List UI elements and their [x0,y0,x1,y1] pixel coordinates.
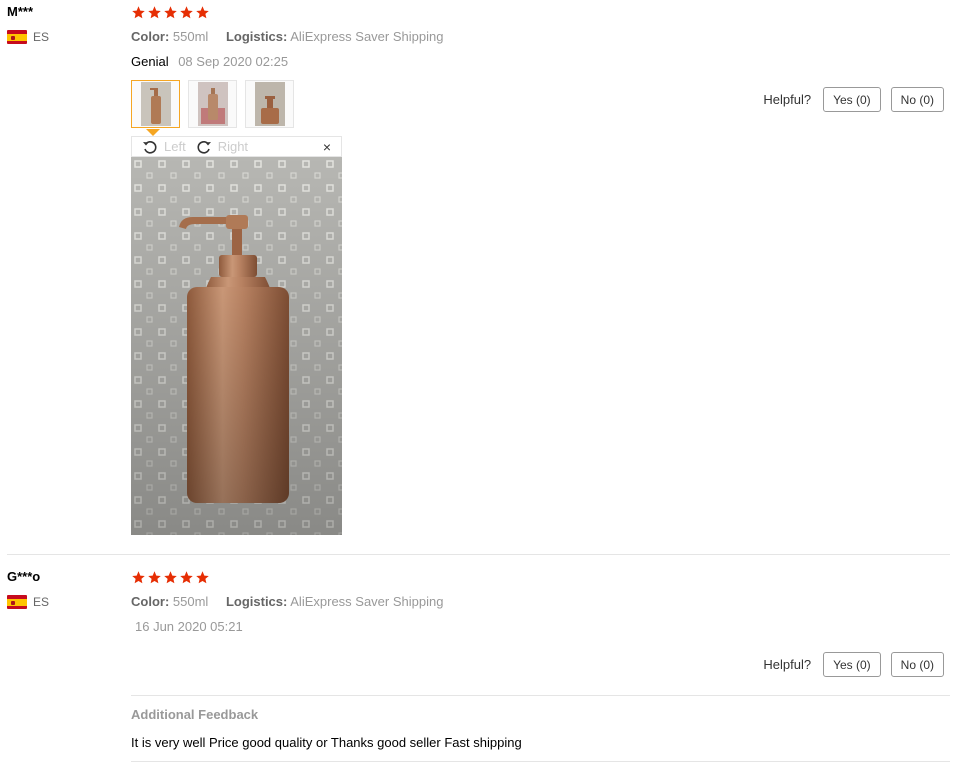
country-code: ES [33,595,50,609]
photo-thumbnails [131,80,294,128]
bottle-photo [140,82,171,126]
country-code: ES [33,30,50,44]
color-label: Color: [131,594,170,609]
logistics-value: AliExpress Saver Shipping [290,594,444,609]
helpful-voting: Helpful? Yes (0) No (0) [763,652,944,677]
star-icon [132,6,145,19]
star-icon [148,6,161,19]
rotate-right-icon [197,140,211,154]
reviewer-name: M*** [7,4,34,19]
photo-thumbnail[interactable] [131,80,180,128]
helpful-no-button[interactable]: No (0) [890,652,944,677]
star-rating [131,570,210,585]
star-icon [180,6,193,19]
rotate-right-button[interactable]: Right [196,139,248,155]
helpful-no-button[interactable]: No (0) [890,87,944,112]
star-icon [164,571,177,584]
logistics-label: Logistics: [225,594,288,609]
rotate-left-icon [143,140,157,154]
star-rating [131,5,210,20]
additional-feedback-text: It is very well Price good quality or Th… [131,735,522,750]
color-value: 550ml [172,594,209,609]
star-icon [180,571,193,584]
photo-viewer-toolbar: Left Right × [131,136,342,157]
soap-dispenser-photo [131,157,342,535]
photo-thumbnail[interactable] [245,80,294,128]
bottle-photo [197,82,228,126]
additional-feedback-divider [131,695,950,696]
helpful-label: Helpful? [763,657,812,672]
logistics-label: Logistics: [225,29,288,44]
order-info: Color: 550ml Logistics: AliExpress Saver… [131,29,443,44]
logistics-value: AliExpress Saver Shipping [290,29,444,44]
review-bottom-divider [131,761,950,762]
star-icon [196,571,209,584]
review-date: 16 Jun 2020 05:21 [135,619,243,634]
spain-flag-icon [7,30,27,44]
helpful-voting: Helpful? Yes (0) No (0) [763,87,944,112]
color-value: 550ml [172,29,209,44]
bottle-photo [254,82,285,126]
review-divider [7,554,950,555]
photo-thumbnail[interactable] [188,80,237,128]
star-icon [132,571,145,584]
color-label: Color: [131,29,170,44]
helpful-label: Helpful? [763,92,812,107]
thumbnail-pointer [146,129,160,136]
feedback-row: Genial 08 Sep 2020 02:25 [131,54,288,69]
review-date: 08 Sep 2020 02:25 [178,54,289,69]
feedback-text: Genial [131,54,169,69]
spain-flag-icon [7,595,27,609]
close-viewer-icon[interactable]: × [323,139,331,155]
enlarged-photo [131,157,342,535]
rotate-right-label: Right [217,139,249,154]
reviewer-country: ES [7,30,49,44]
star-icon [164,6,177,19]
star-icon [196,6,209,19]
rotate-left-button[interactable]: Left [142,139,186,155]
helpful-yes-button[interactable]: Yes (0) [823,87,881,112]
feedback-row: 16 Jun 2020 05:21 [131,619,243,634]
rotate-left-label: Left [164,139,186,154]
additional-feedback-title: Additional Feedback [131,707,259,722]
reviewer-name: G***o [7,569,41,584]
helpful-yes-button[interactable]: Yes (0) [823,652,881,677]
reviewer-country: ES [7,595,49,609]
order-info: Color: 550ml Logistics: AliExpress Saver… [131,594,443,609]
star-icon [148,571,161,584]
